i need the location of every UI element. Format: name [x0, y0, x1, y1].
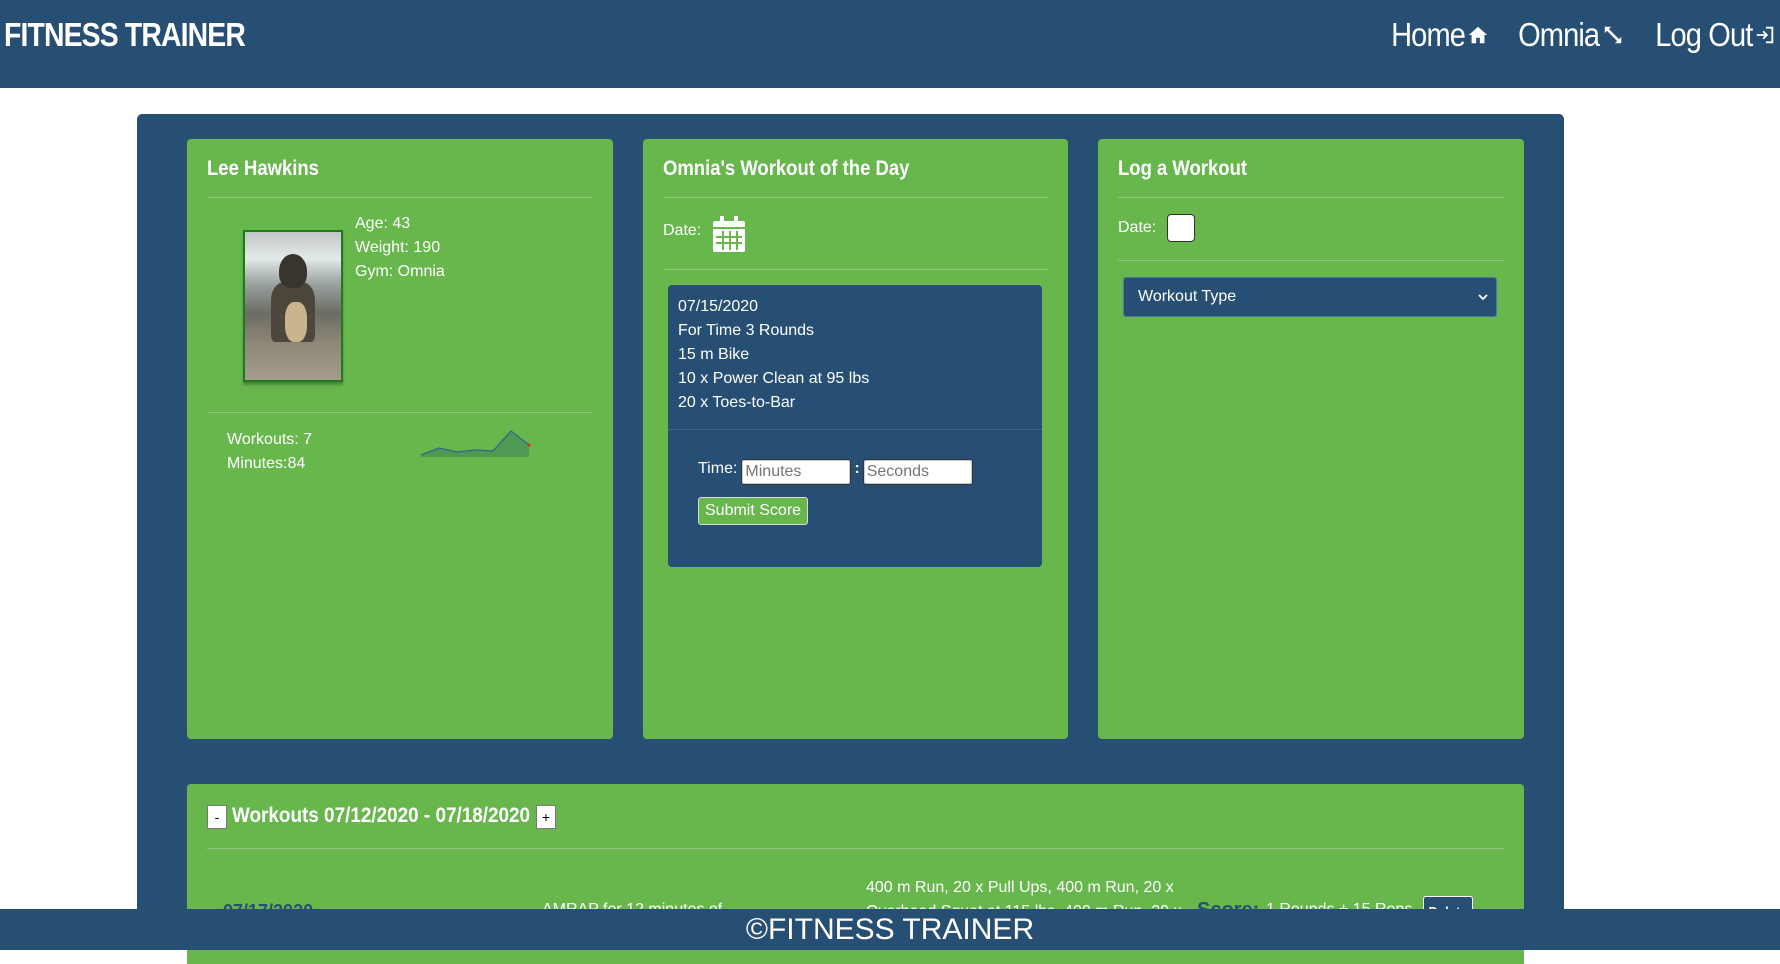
brand-logo[interactable]: FITNESS TRAINER [4, 16, 246, 54]
time-label: Time: [698, 460, 738, 477]
log-date-label: Date: [1118, 219, 1157, 236]
profile-gym: Gym: Omnia [355, 263, 445, 280]
sparkline-last-point [527, 443, 531, 447]
home-icon [1469, 26, 1488, 44]
week-range-title: Workouts 07/12/2020 - 07/18/2020 [232, 804, 531, 827]
divider [207, 848, 1504, 849]
profile-weight: Weight: 190 [355, 239, 441, 256]
profile-panel: Lee Hawkins Age: 43 Weight: 190 Gym: Omn… [187, 139, 613, 739]
nav-home-label: Home [1391, 16, 1466, 53]
workout-type-select[interactable]: Workout Type [1123, 277, 1497, 317]
wod-line: 10 x Power Clean at 95 lbs [678, 370, 870, 387]
divider [663, 197, 1048, 198]
submit-score-button[interactable]: Submit Score [698, 497, 809, 525]
wod-line: For Time 3 Rounds [678, 322, 815, 339]
divider [668, 429, 1042, 430]
log-date-input[interactable] [1167, 214, 1195, 242]
wod-title: Omnia's Workout of the Day [663, 157, 910, 180]
divider [663, 269, 1048, 270]
nav-omnia-label: Omnia [1518, 16, 1600, 53]
dashboard-container: Lee Hawkins Age: 43 Weight: 190 Gym: Omn… [137, 114, 1564, 964]
log-workout-panel: Log a Workout Date: Workout Type [1098, 139, 1524, 739]
wod-card: 07/15/2020 For Time 3 Rounds 15 m Bike 1… [668, 285, 1042, 567]
minutes-count: Minutes:84 [227, 455, 306, 472]
divider [207, 412, 593, 413]
previous-week-button[interactable]: - [207, 805, 227, 829]
profile-stats: Workouts: 7 Minutes:84 [227, 428, 312, 476]
expand-icon [1604, 26, 1621, 44]
top-navbar: FITNESS TRAINER Home Omnia Log Out [0, 0, 1780, 88]
next-week-button[interactable]: + [536, 805, 556, 829]
photo-dog [285, 302, 307, 342]
wod-panel: Omnia's Workout of the Day Date: 07/15/2… [643, 139, 1068, 739]
seconds-input[interactable] [862, 459, 973, 485]
time-entry: Time: : [698, 459, 973, 485]
profile-age: Age: 43 [355, 215, 411, 232]
profile-name: Lee Hawkins [207, 157, 319, 180]
nav-home-link[interactable]: Home [1381, 16, 1489, 54]
sparkline-area [421, 431, 529, 457]
nav-logout-link[interactable]: Log Out [1642, 16, 1776, 54]
calendar-icon[interactable] [713, 216, 745, 252]
log-title: Log a Workout [1118, 157, 1248, 180]
minutes-input[interactable] [741, 459, 852, 485]
footer: ©FITNESS TRAINER [0, 909, 1780, 950]
profile-details: Age: 43 Weight: 190 Gym: Omnia [355, 212, 445, 284]
workout-sparkline [420, 430, 531, 457]
divider [1118, 260, 1504, 261]
wod-date-label: Date: [663, 222, 702, 239]
wod-description: 07/15/2020 For Time 3 Rounds 15 m Bike 1… [678, 295, 869, 415]
workouts-count: Workouts: 7 [227, 431, 313, 448]
workout-type-value: Workout Type [1138, 288, 1237, 305]
nav-logout-label: Log Out [1654, 16, 1753, 53]
profile-photo [243, 230, 343, 382]
divider [207, 197, 593, 198]
chevron-down-icon [1478, 294, 1488, 301]
wod-line: 07/15/2020 [678, 298, 759, 315]
photo-person-head [279, 254, 307, 288]
nav-omnia-link[interactable]: Omnia [1507, 16, 1623, 54]
nav-links: Home Omnia Log Out [1363, 16, 1776, 54]
time-colon: : [854, 460, 860, 477]
wod-line: 15 m Bike [678, 346, 750, 363]
wod-line: 20 x Toes-to-Bar [678, 394, 796, 411]
divider [1118, 197, 1504, 198]
logout-icon [1756, 26, 1774, 44]
